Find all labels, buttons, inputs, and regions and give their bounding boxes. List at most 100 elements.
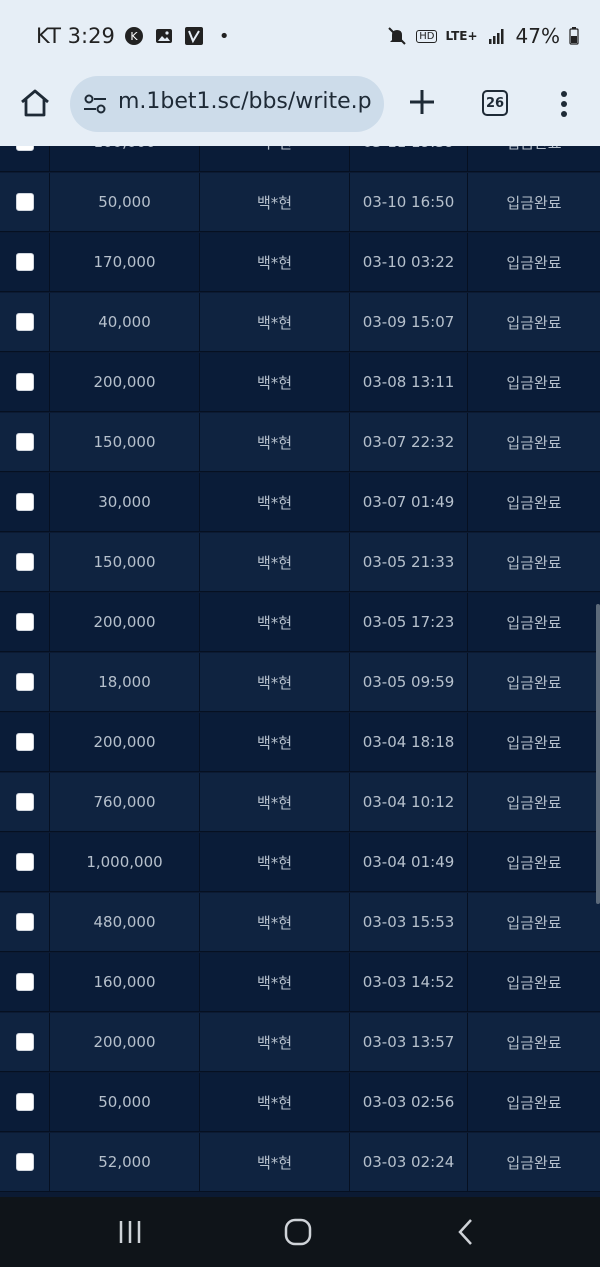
browser-toolbar: m.1bet1.sc/bbs/write.p 26: [0, 76, 600, 146]
row-checkbox-cell[interactable]: [0, 353, 50, 411]
row-checkbox-cell[interactable]: [0, 713, 50, 771]
name-cell: 백*현: [200, 1013, 350, 1071]
status-cell: 입금완료: [506, 673, 562, 692]
row-checkbox-cell[interactable]: [0, 773, 50, 831]
table-row[interactable]: 200,000 백*현 03-08 13:11 입금완료: [0, 353, 600, 412]
row-checkbox-cell[interactable]: [0, 1013, 50, 1071]
row-checkbox[interactable]: [15, 973, 34, 991]
recents-button[interactable]: [110, 1215, 150, 1249]
row-checkbox-cell[interactable]: [0, 953, 50, 1011]
table-row[interactable]: 760,000 백*현 03-04 10:12 입금완료: [0, 773, 600, 832]
row-checkbox-cell[interactable]: [0, 173, 50, 231]
mute-icon: [386, 25, 408, 47]
row-checkbox[interactable]: [15, 433, 34, 451]
home-icon: [21, 89, 49, 117]
table-row[interactable]: 1,000,000 백*현 03-04 01:49 입금완료: [0, 833, 600, 892]
hd-icon: HD: [416, 25, 438, 47]
date-cell: 03-10 16:50: [350, 173, 468, 231]
status-cell: 입금완료: [506, 373, 562, 392]
status-cell: 입금완료: [468, 146, 600, 171]
row-checkbox-cell[interactable]: [0, 293, 50, 351]
name-cell: 백*현: [200, 173, 350, 231]
table-row[interactable]: 200,000 백*현 03-03 13:57 입금완료: [0, 1013, 600, 1072]
row-checkbox[interactable]: [15, 793, 34, 811]
site-settings-icon[interactable]: [82, 92, 108, 116]
plus-icon: [410, 90, 434, 114]
home-button[interactable]: [18, 86, 54, 122]
row-checkbox-cell[interactable]: [0, 593, 50, 651]
row-checkbox-cell[interactable]: [0, 233, 50, 291]
table-row[interactable]: 50,000 백*현 03-10 16:50 입금완료: [0, 173, 600, 232]
date-cell: 03-10 03:22: [350, 233, 468, 291]
row-checkbox[interactable]: [15, 253, 34, 271]
row-checkbox[interactable]: [15, 853, 34, 871]
table-row[interactable]: 30,000 백*현 03-07 01:49 입금완료: [0, 473, 600, 532]
row-checkbox-cell[interactable]: [0, 1133, 50, 1191]
row-checkbox-cell[interactable]: [0, 146, 50, 171]
status-cell: 입금완료: [506, 1093, 562, 1112]
tab-switcher-button[interactable]: 26: [482, 90, 508, 116]
table-row-partial[interactable]: 100,000 백*현 03-11 19:39 입금완료: [0, 146, 600, 172]
table-row[interactable]: 52,000 백*현 03-03 02:24 입금완료: [0, 1133, 600, 1192]
date-cell: 03-03 02:24: [350, 1133, 468, 1191]
hd-label: HD: [416, 29, 438, 43]
address-bar[interactable]: m.1bet1.sc/bbs/write.p: [70, 76, 384, 132]
row-checkbox-cell[interactable]: [0, 473, 50, 531]
row-checkbox[interactable]: [15, 1093, 34, 1111]
row-checkbox[interactable]: [15, 553, 34, 571]
table-row[interactable]: 480,000 백*현 03-03 15:53 입금완료: [0, 893, 600, 952]
table-row[interactable]: 160,000 백*현 03-03 14:52 입금완료: [0, 953, 600, 1012]
row-checkbox-cell[interactable]: [0, 833, 50, 891]
table-row[interactable]: 170,000 백*현 03-10 03:22 입금완료: [0, 233, 600, 292]
table-row[interactable]: 18,000 백*현 03-05 09:59 입금완료: [0, 653, 600, 712]
new-tab-button[interactable]: [406, 86, 438, 118]
date-cell: 03-03 02:56: [350, 1073, 468, 1131]
row-checkbox-cell[interactable]: [0, 893, 50, 951]
table-row[interactable]: 200,000 백*현 03-05 17:23 입금완료: [0, 593, 600, 652]
url-text[interactable]: m.1bet1.sc/bbs/write.p: [118, 89, 380, 114]
name-cell: 백*현: [200, 1133, 350, 1191]
status-cell: 입금완료: [506, 733, 562, 752]
row-checkbox[interactable]: [15, 1033, 34, 1051]
status-bar: KT 3:29 K • HD LTE+ 47%: [0, 0, 600, 76]
status-cell: 입금완료: [506, 253, 562, 272]
name-cell: 백*현: [200, 953, 350, 1011]
home-nav-button[interactable]: [278, 1215, 318, 1249]
date-cell: 03-07 01:49: [350, 473, 468, 531]
row-checkbox[interactable]: [15, 493, 34, 511]
deposit-table[interactable]: 100,000 백*현 03-11 19:39 입금완료 50,000백*현03…: [0, 146, 600, 1197]
date-cell: 03-11 19:39: [350, 146, 468, 171]
table-row[interactable]: 50,000 백*현 03-03 02:56 입금완료: [0, 1073, 600, 1132]
status-cell: 입금완료: [506, 793, 562, 812]
row-checkbox[interactable]: [15, 673, 34, 691]
row-checkbox[interactable]: [15, 313, 34, 331]
status-cell: 입금완료: [506, 1153, 562, 1172]
row-checkbox-cell[interactable]: [0, 1073, 50, 1131]
date-cell: 03-08 13:11: [350, 353, 468, 411]
name-cell: 백*현: [200, 353, 350, 411]
row-checkbox[interactable]: [15, 913, 34, 931]
row-checkbox[interactable]: [15, 373, 34, 391]
tab-count: 26: [485, 95, 505, 111]
back-chevron-icon: [458, 1219, 472, 1245]
battery-percent: 47%: [515, 24, 560, 48]
row-checkbox[interactable]: [15, 613, 34, 631]
table-row[interactable]: 150,000 백*현 03-05 21:33 입금완료: [0, 533, 600, 592]
amount-cell: 160,000: [50, 953, 200, 1011]
row-checkbox-cell[interactable]: [0, 533, 50, 591]
table-row[interactable]: 150,000 백*현 03-07 22:32 입금완료: [0, 413, 600, 472]
row-checkbox-cell[interactable]: [0, 653, 50, 711]
overflow-menu-button[interactable]: [554, 88, 574, 120]
name-cell: 백*현: [200, 413, 350, 471]
table-row[interactable]: 200,000 백*현 03-04 18:18 입금완료: [0, 713, 600, 772]
row-checkbox[interactable]: [15, 1153, 34, 1171]
amount-cell: 40,000: [50, 293, 200, 351]
row-checkbox[interactable]: [15, 733, 34, 751]
row-checkbox[interactable]: [15, 146, 34, 151]
scrollbar-thumb[interactable]: [596, 604, 600, 904]
row-checkbox[interactable]: [15, 193, 34, 211]
status-cell: 입금완료: [506, 193, 562, 212]
back-button[interactable]: [446, 1215, 486, 1249]
row-checkbox-cell[interactable]: [0, 413, 50, 471]
table-row[interactable]: 40,000 백*현 03-09 15:07 입금완료: [0, 293, 600, 352]
